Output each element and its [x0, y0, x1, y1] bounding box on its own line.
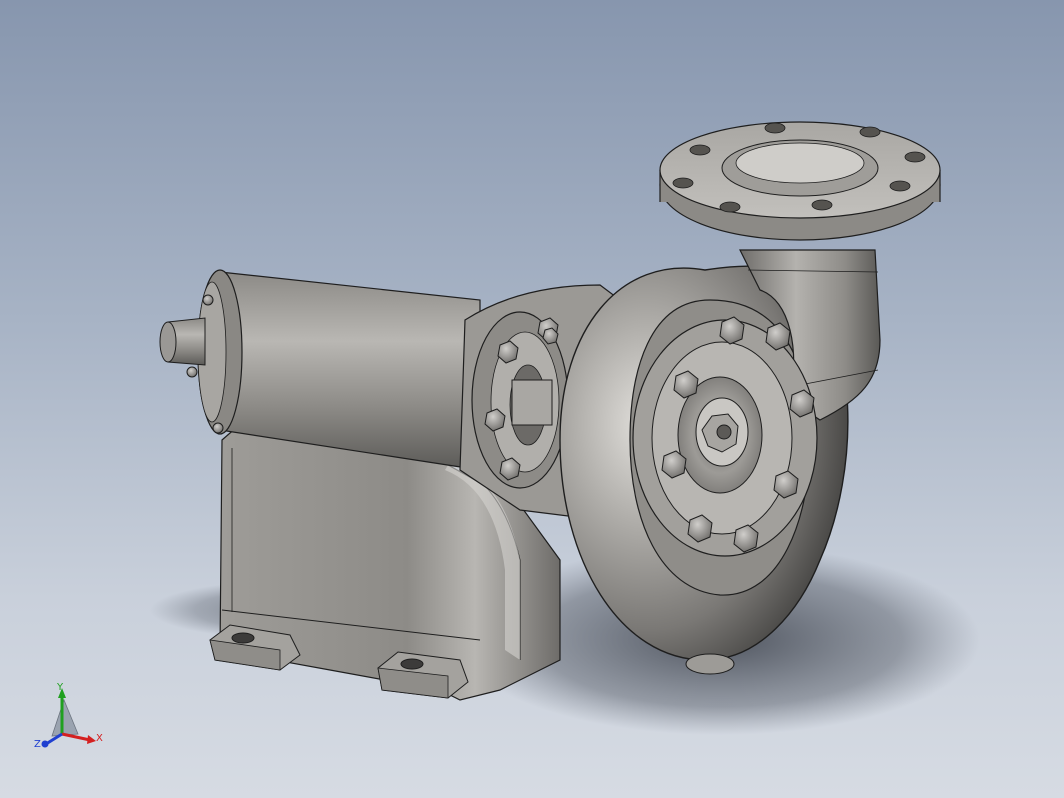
- foot-hole-right: [400, 658, 424, 670]
- z-axis-arrow-icon: [41, 740, 49, 748]
- 3d-viewport[interactable]: Y X Z: [0, 0, 1064, 798]
- triad-cone: [51, 698, 79, 737]
- y-axis-label: Y: [56, 682, 64, 693]
- x-axis-line: [61, 732, 91, 742]
- z-axis-label: Z: [34, 739, 41, 750]
- cover-bolt-icon: [186, 366, 198, 378]
- orientation-triad[interactable]: Y X Z: [32, 678, 112, 758]
- x-axis-arrow-icon: [87, 735, 96, 744]
- x-axis-label: X: [96, 733, 103, 744]
- drain-plug: [685, 653, 735, 675]
- shaft-section: [511, 379, 553, 426]
- cover-bolt-icon: [212, 422, 224, 434]
- cover-bolt-icon: [202, 294, 214, 306]
- foot-hole-left: [231, 632, 255, 644]
- shaft-end-face: [159, 321, 177, 363]
- pump-model[interactable]: [0, 0, 1064, 798]
